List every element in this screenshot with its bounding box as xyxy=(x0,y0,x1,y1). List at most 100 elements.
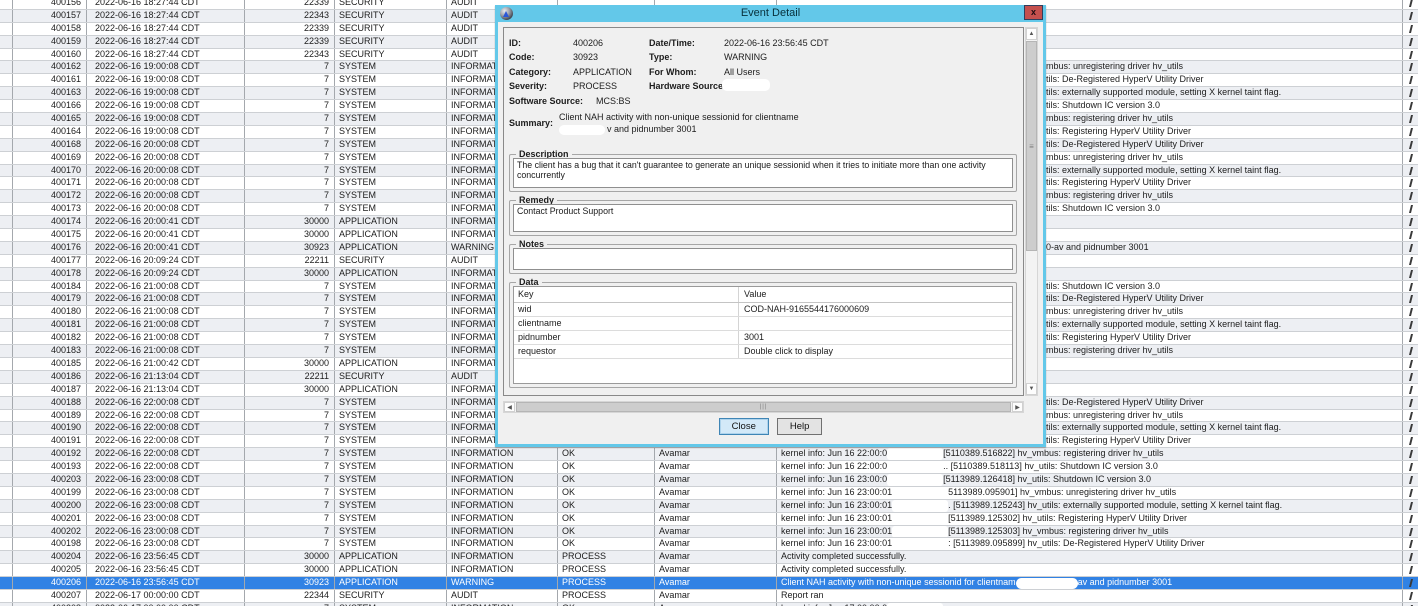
table-row[interactable]: 400193 2022-06-16 22:00:08 CDT 7 SYSTEM … xyxy=(0,461,1418,474)
dialog-content: ID: 400206 Code: 30923 Category: APPLICA… xyxy=(503,27,1024,396)
cell-code: 7 xyxy=(245,203,335,215)
cell-id: 400202 xyxy=(13,526,87,538)
table-row[interactable]: 400201 2022-06-16 23:00:08 CDT 7 SYSTEM … xyxy=(0,513,1418,526)
field-value-severity: PROCESS xyxy=(573,81,617,91)
cell-datetime: 2022-06-16 23:56:45 CDT xyxy=(87,577,245,589)
cell-category: APPLICATION xyxy=(335,216,447,228)
cell-source: Avamar xyxy=(655,513,777,525)
help-button[interactable]: Help xyxy=(777,418,823,435)
cell-category: SYSTEM xyxy=(335,487,447,499)
data-key-value-table[interactable]: Key Value wid COD-NAH-9165544176000609 c… xyxy=(513,286,1013,384)
data-table-rows: wid COD-NAH-9165544176000609 clientname … xyxy=(514,303,1012,359)
row-gutter xyxy=(0,87,13,99)
data-table-row[interactable]: wid COD-NAH-9165544176000609 xyxy=(514,303,1012,317)
remedy-group: Remedy Contact Product Support xyxy=(509,200,1017,236)
data-table-row[interactable]: requestor Double click to display xyxy=(514,345,1012,359)
cell-message: kernel info: Jun 16 23:00:01. [5113989.1… xyxy=(777,500,1403,512)
data-cell-value xyxy=(739,317,1012,330)
cell-datetime: 2022-06-16 22:00:08 CDT xyxy=(87,397,245,409)
cell-category: SECURITY xyxy=(335,0,447,9)
scroll-down-icon[interactable]: ▼ xyxy=(1026,383,1037,395)
cell-source: Avamar xyxy=(655,551,777,563)
redaction-blob xyxy=(559,125,605,135)
cell-id: 400166 xyxy=(13,100,87,112)
redaction-blob xyxy=(892,526,948,538)
cell-edge-clipped xyxy=(1403,23,1418,35)
cell-edge-clipped xyxy=(1403,255,1418,267)
table-row[interactable]: 400204 2022-06-16 23:56:45 CDT 30000 APP… xyxy=(0,551,1418,564)
scroll-up-icon[interactable]: ▲ xyxy=(1026,28,1037,40)
row-gutter xyxy=(0,577,13,589)
cell-datetime: 2022-06-16 21:00:08 CDT xyxy=(87,332,245,344)
cell-id: 400162 xyxy=(13,61,87,73)
row-gutter xyxy=(0,513,13,525)
cell-source: Avamar xyxy=(655,461,777,473)
table-row[interactable]: 400199 2022-06-16 23:00:08 CDT 7 SYSTEM … xyxy=(0,487,1418,500)
close-icon[interactable]: x xyxy=(1024,5,1043,20)
cell-edge-clipped xyxy=(1403,371,1418,383)
cell-datetime: 2022-06-16 21:00:42 CDT xyxy=(87,358,245,370)
cell-edge-clipped xyxy=(1403,435,1418,447)
cell-edge-clipped xyxy=(1403,74,1418,86)
data-table-row[interactable]: clientname xyxy=(514,317,1012,331)
cell-category: APPLICATION xyxy=(335,242,447,254)
cell-edge-clipped xyxy=(1403,49,1418,61)
cell-edge-clipped xyxy=(1403,268,1418,280)
close-button[interactable]: Close xyxy=(719,418,769,435)
remedy-textbox[interactable]: Contact Product Support xyxy=(513,204,1013,232)
vertical-scrollbar[interactable]: ▲ ≡ ▼ xyxy=(1025,27,1038,396)
cell-id: 400199 xyxy=(13,487,87,499)
cell-id: 400170 xyxy=(13,165,87,177)
table-row[interactable]: 400198 2022-06-16 23:00:08 CDT 7 SYSTEM … xyxy=(0,538,1418,551)
row-gutter xyxy=(0,177,13,189)
notes-textbox[interactable] xyxy=(513,248,1013,270)
table-row[interactable]: 400200 2022-06-16 23:00:08 CDT 7 SYSTEM … xyxy=(0,500,1418,513)
cell-category: SYSTEM xyxy=(335,513,447,525)
redaction-blob xyxy=(892,500,948,512)
redaction-blob xyxy=(887,474,943,486)
cell-datetime: 2022-06-16 21:00:08 CDT xyxy=(87,306,245,318)
cell-code: 7 xyxy=(245,461,335,473)
row-gutter xyxy=(0,139,13,151)
field-value-datetime: 2022-06-16 23:56:45 CDT xyxy=(724,38,829,48)
cell-severity: INFORMATION xyxy=(447,461,558,473)
row-gutter xyxy=(0,384,13,396)
cell-edge-clipped xyxy=(1403,165,1418,177)
data-table-row[interactable]: pidnumber 3001 xyxy=(514,331,1012,345)
cell-code: 30000 xyxy=(245,384,335,396)
cell-id: 400207 xyxy=(13,590,87,602)
row-gutter xyxy=(0,358,13,370)
cell-code: 7 xyxy=(245,61,335,73)
field-label-datetime: Date/Time: xyxy=(649,38,695,48)
cell-code: 7 xyxy=(245,152,335,164)
table-row[interactable]: 400203 2022-06-16 23:00:08 CDT 7 SYSTEM … xyxy=(0,474,1418,487)
table-row[interactable]: 400202 2022-06-16 23:00:08 CDT 7 SYSTEM … xyxy=(0,526,1418,539)
redaction-blob xyxy=(887,461,943,473)
cell-edge-clipped xyxy=(1403,513,1418,525)
row-gutter xyxy=(0,229,13,241)
field-label-software-source: Software Source: xyxy=(509,96,583,106)
data-cell-value: 3001 xyxy=(739,331,1012,344)
row-gutter xyxy=(0,23,13,35)
table-row[interactable]: 400192 2022-06-16 22:00:08 CDT 7 SYSTEM … xyxy=(0,448,1418,461)
data-group: Data Key Value wid COD-NAH-9165544176000… xyxy=(509,282,1017,388)
row-gutter xyxy=(0,410,13,422)
row-gutter xyxy=(0,268,13,280)
cell-edge-clipped xyxy=(1403,590,1418,602)
cell-edge-clipped xyxy=(1403,487,1418,499)
cell-category: SYSTEM xyxy=(335,126,447,138)
row-gutter xyxy=(0,397,13,409)
table-row[interactable]: 400207 2022-06-17 00:00:00 CDT 22344 SEC… xyxy=(0,590,1418,603)
cell-edge-clipped xyxy=(1403,397,1418,409)
cell-datetime: 2022-06-16 23:00:08 CDT xyxy=(87,526,245,538)
cell-code: 7 xyxy=(245,513,335,525)
cell-datetime: 2022-06-16 18:27:44 CDT xyxy=(87,10,245,22)
description-textbox[interactable]: The client has a bug that it can't guara… xyxy=(513,158,1013,188)
cell-category: SYSTEM xyxy=(335,538,447,550)
table-row[interactable]: 400205 2022-06-16 23:56:45 CDT 30000 APP… xyxy=(0,564,1418,577)
cell-category: APPLICATION xyxy=(335,551,447,563)
dialog-titlebar[interactable]: Event Detail x xyxy=(495,5,1046,22)
table-row[interactable]: 400206 2022-06-16 23:56:45 CDT 30923 APP… xyxy=(0,577,1418,590)
vertical-scroll-thumb[interactable]: ≡ xyxy=(1026,41,1037,251)
field-label-severity: Severity: xyxy=(509,81,547,91)
